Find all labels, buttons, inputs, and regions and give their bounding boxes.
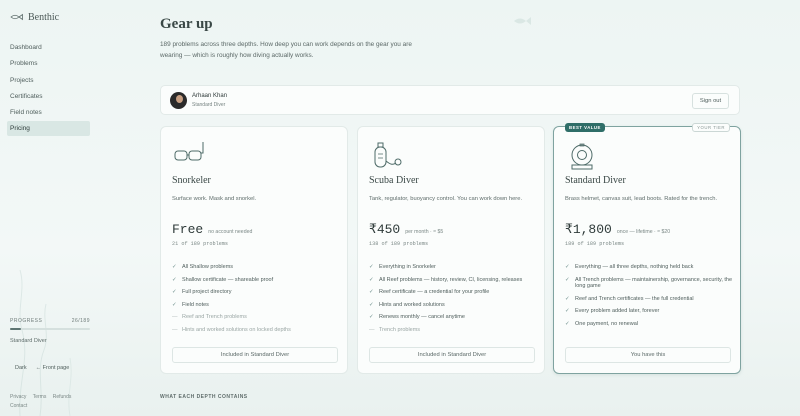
check-icon: ✓ bbox=[369, 289, 374, 295]
plan-button-scuba-diver[interactable]: Included in Standard Diver bbox=[369, 347, 535, 363]
front-page-link[interactable]: ← Front page bbox=[36, 365, 70, 371]
check-icon: ✓ bbox=[369, 301, 374, 308]
scuba-tank-icon bbox=[374, 142, 402, 168]
check-icon: ✓ bbox=[172, 264, 177, 270]
feature-item: ✓ Everything in Snorkeler bbox=[369, 264, 436, 270]
page-title: Gear up bbox=[160, 16, 213, 32]
feature-item-excluded: — Trench problems bbox=[369, 326, 421, 333]
snorkel-mask-icon bbox=[174, 142, 204, 161]
section-heading: WHAT EACH DEPTH CONTAINS bbox=[160, 394, 248, 400]
sidebar-item-certificates[interactable]: Certificates bbox=[10, 89, 94, 104]
check-icon: ✓ bbox=[565, 320, 570, 327]
plan-description: Brass helmet, canvas suit, lead boots. R… bbox=[565, 196, 718, 202]
feature-item: ✓ Everything — all three depths, nothing … bbox=[565, 264, 694, 270]
main-content: Gear up 189 problems across three depths… bbox=[160, 0, 742, 416]
plan-price: ₹1,800 bbox=[565, 222, 612, 237]
progress-fill bbox=[10, 328, 22, 330]
feature-item: ✓ Reef and Trench certificates — the full… bbox=[565, 295, 694, 302]
plan-price-note: per month · ≈ $5 bbox=[405, 229, 444, 235]
feature-item: ✓ Full project directory bbox=[172, 289, 232, 295]
plan-price-note: once — lifetime · ≈ $20 bbox=[616, 229, 671, 235]
plan-card-standard-diver: BEST VALUE YOUR TIER Standard Diver Bras… bbox=[553, 123, 741, 374]
sidebar-item-field-notes[interactable]: Field notes bbox=[10, 105, 94, 120]
sidebar-actions: Dark ← Front page bbox=[15, 365, 69, 371]
plan-card-snorkeler: Snorkeler Surface work. Mask and snorkel… bbox=[160, 126, 348, 374]
sidebar: Benthic Dashboard Problems Projects Cert… bbox=[0, 0, 100, 416]
feature-item: ✓ One payment, no renewal bbox=[565, 320, 638, 327]
check-icon: ✓ bbox=[369, 264, 374, 270]
dash-icon: — bbox=[172, 314, 178, 320]
dash-icon: — bbox=[369, 326, 375, 333]
plan-features: ✓ Everything in Snorkeler ✓ All Reef probl… bbox=[369, 264, 541, 339]
terms-link[interactable]: Terms bbox=[33, 394, 47, 400]
plan-card-scuba-diver: Scuba Diver Tank, regulator, buoyancy co… bbox=[357, 126, 545, 374]
plan-button-standard-diver[interactable]: You have this bbox=[565, 347, 731, 363]
user-tier: Standard Diver bbox=[192, 102, 226, 108]
progress-tier: Standard Diver bbox=[10, 338, 47, 344]
sidebar-item-problems[interactable]: Problems bbox=[10, 56, 94, 71]
check-icon: ✓ bbox=[565, 295, 570, 302]
plan-price: Free bbox=[172, 222, 204, 237]
progress-label: PROGRESS bbox=[10, 318, 43, 324]
check-icon: ✓ bbox=[369, 276, 374, 283]
brand-name: Benthic bbox=[28, 11, 60, 23]
check-icon: ✓ bbox=[565, 264, 570, 270]
plan-problem-count: 138 of 189 problems bbox=[369, 241, 429, 247]
plan-price: ₹450 bbox=[369, 222, 401, 237]
dark-mode-toggle[interactable]: Dark bbox=[15, 365, 27, 371]
brand[interactable]: Benthic bbox=[10, 10, 94, 24]
plan-problem-count: 21 of 189 problems bbox=[172, 241, 229, 247]
progress-block: PROGRESS 26/189 Standard Diver bbox=[10, 318, 90, 344]
progress-bar bbox=[10, 328, 90, 330]
feature-item-excluded: — Hints and worked solutions on locked de… bbox=[172, 326, 291, 333]
feature-item: ✓ Shallow certificate — shareable proof bbox=[172, 276, 274, 283]
sidebar-nav: Dashboard Problems Projects Certificates… bbox=[7, 40, 94, 137]
feature-item-excluded: — Reef and Trench problems bbox=[172, 314, 247, 320]
check-icon: ✓ bbox=[172, 276, 177, 283]
feature-item: ✓ Hints and worked solutions bbox=[369, 301, 445, 308]
plan-button-snorkeler[interactable]: Included in Standard Diver bbox=[172, 347, 338, 363]
plan-problem-count: 189 of 189 problems bbox=[565, 241, 625, 247]
feature-item: ✓ All Reef problems — history, review, CI… bbox=[369, 276, 523, 283]
contact-link[interactable]: Contact bbox=[10, 403, 27, 409]
sidebar-item-pricing[interactable]: Pricing bbox=[7, 121, 90, 137]
privacy-link[interactable]: Privacy bbox=[10, 394, 26, 400]
plan-price-note: no account needed bbox=[208, 229, 253, 235]
check-icon: ✓ bbox=[565, 308, 570, 314]
avatar bbox=[170, 92, 187, 109]
feature-item: ✓ Field notes bbox=[172, 301, 209, 308]
check-icon: ✓ bbox=[172, 289, 177, 295]
best-value-badge: BEST VALUE bbox=[565, 123, 605, 132]
feature-item: ✓ All Shallow problems bbox=[172, 264, 234, 270]
sign-out-button[interactable]: Sign out bbox=[692, 93, 729, 109]
your-tier-badge: YOUR TIER bbox=[692, 123, 730, 132]
page-subtitle: 189 problems across three depths. How de… bbox=[160, 41, 412, 59]
refunds-link[interactable]: Refunds bbox=[53, 394, 72, 400]
plan-name: Standard Diver bbox=[565, 175, 626, 186]
dash-icon: — bbox=[172, 326, 178, 333]
feature-item: ✓ Every problem added later, forever bbox=[565, 308, 660, 314]
sidebar-item-dashboard[interactable]: Dashboard bbox=[10, 40, 94, 55]
check-icon: ✓ bbox=[565, 276, 570, 283]
diving-helmet-icon bbox=[571, 143, 593, 170]
user-name: Arhaan Khan bbox=[192, 93, 228, 99]
plan-features: ✓ Everything — all three depths, nothing … bbox=[565, 264, 737, 333]
user-card: Arhaan Khan Standard Diver Sign out bbox=[160, 85, 740, 115]
fish-logo-icon bbox=[10, 13, 23, 21]
sidebar-item-projects[interactable]: Projects bbox=[10, 73, 94, 88]
plan-name: Scuba Diver bbox=[369, 175, 419, 186]
feature-item: ✓ Renews monthly — cancel anytime bbox=[369, 314, 465, 320]
progress-value: 26/189 bbox=[71, 318, 90, 324]
plan-description: Surface work. Mask and snorkel. bbox=[172, 196, 257, 202]
feature-item: ✓ Reef certificate — a credential for you… bbox=[369, 289, 490, 295]
feature-item: ✓ All Trench problems — maintainership, g… bbox=[565, 276, 733, 290]
check-icon: ✓ bbox=[369, 314, 374, 320]
footer-links: Privacy Terms Refunds Contact bbox=[10, 393, 76, 411]
plan-features: ✓ All Shallow problems ✓ Shallow certifica… bbox=[172, 264, 344, 339]
check-icon: ✓ bbox=[172, 301, 177, 308]
plan-name: Snorkeler bbox=[172, 175, 211, 186]
plan-description: Tank, regulator, buoyancy control. You c… bbox=[369, 196, 523, 202]
